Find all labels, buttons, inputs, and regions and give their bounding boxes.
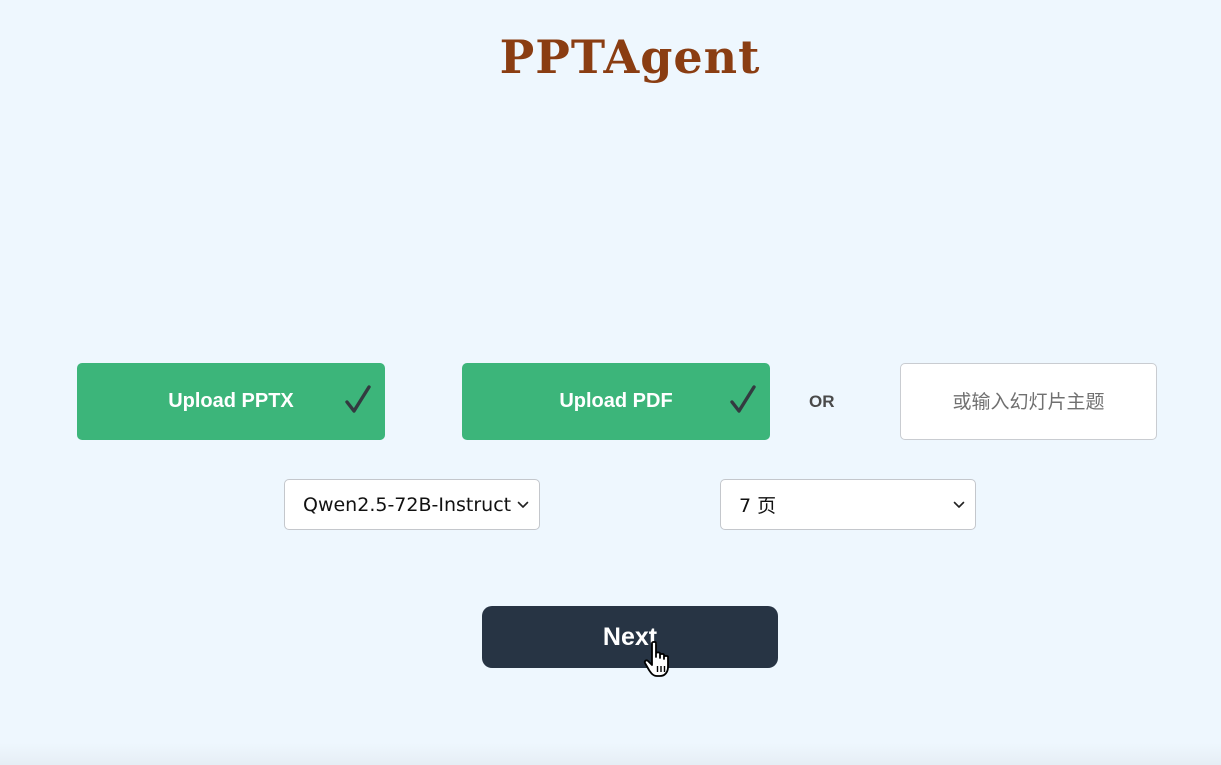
upload-pdf-button[interactable]: Upload PDF <box>462 363 770 440</box>
app-title: PPTAgent <box>499 30 761 84</box>
hand-pointer-icon <box>643 640 669 677</box>
model-select-value: Qwen2.5-72B-Instruct <box>303 493 512 516</box>
topic-input[interactable] <box>900 363 1157 440</box>
next-button[interactable]: Next <box>482 606 778 668</box>
checkmark-icon <box>730 385 756 413</box>
checkmark-icon <box>345 385 371 413</box>
chevron-down-icon <box>953 501 965 508</box>
pages-select-value: 7 页 <box>739 495 777 517</box>
bottom-edge-shadow <box>0 743 1221 765</box>
upload-pdf-label: Upload PDF <box>559 390 673 412</box>
chevron-down-icon <box>517 501 529 508</box>
or-separator: OR <box>809 392 835 411</box>
model-select[interactable]: Qwen2.5-72B-Instruct <box>284 479 540 530</box>
upload-pptx-label: Upload PPTX <box>168 390 294 412</box>
pages-select[interactable]: 7 页 <box>720 479 976 530</box>
upload-pptx-button[interactable]: Upload PPTX <box>77 363 385 440</box>
